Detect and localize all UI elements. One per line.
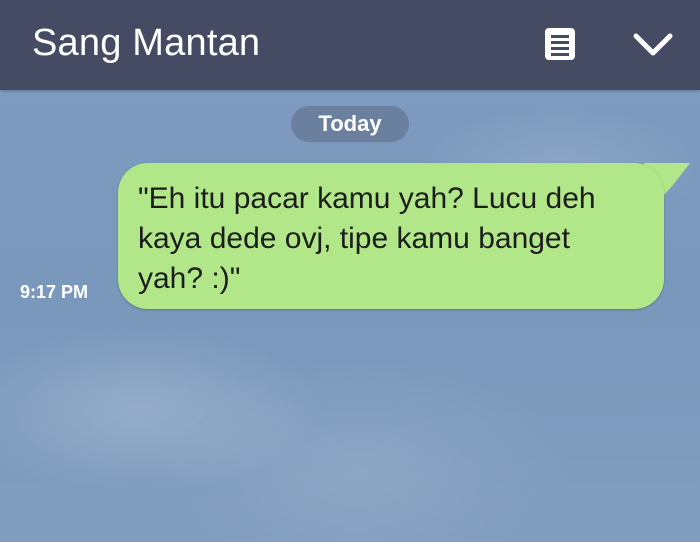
notes-icon	[545, 28, 575, 60]
message-bubble[interactable]: "Eh itu pacar kamu yah? Lucu deh kaya de…	[118, 163, 664, 309]
message-timestamp: 9:17 PM	[20, 282, 89, 302]
message-text: "Eh itu pacar kamu yah? Lucu deh kaya de…	[138, 182, 596, 295]
chat-header: Sang Mantan	[0, 0, 700, 90]
chevron-down-button[interactable]	[630, 30, 676, 60]
message-outgoing[interactable]: "Eh itu pacar kamu yah? Lucu deh kaya de…	[118, 163, 690, 313]
chevron-down-icon	[633, 33, 673, 56]
notes-button[interactable]	[544, 27, 576, 61]
chat-title[interactable]: Sang Mantan	[32, 20, 260, 66]
date-separator: Today	[291, 106, 409, 142]
